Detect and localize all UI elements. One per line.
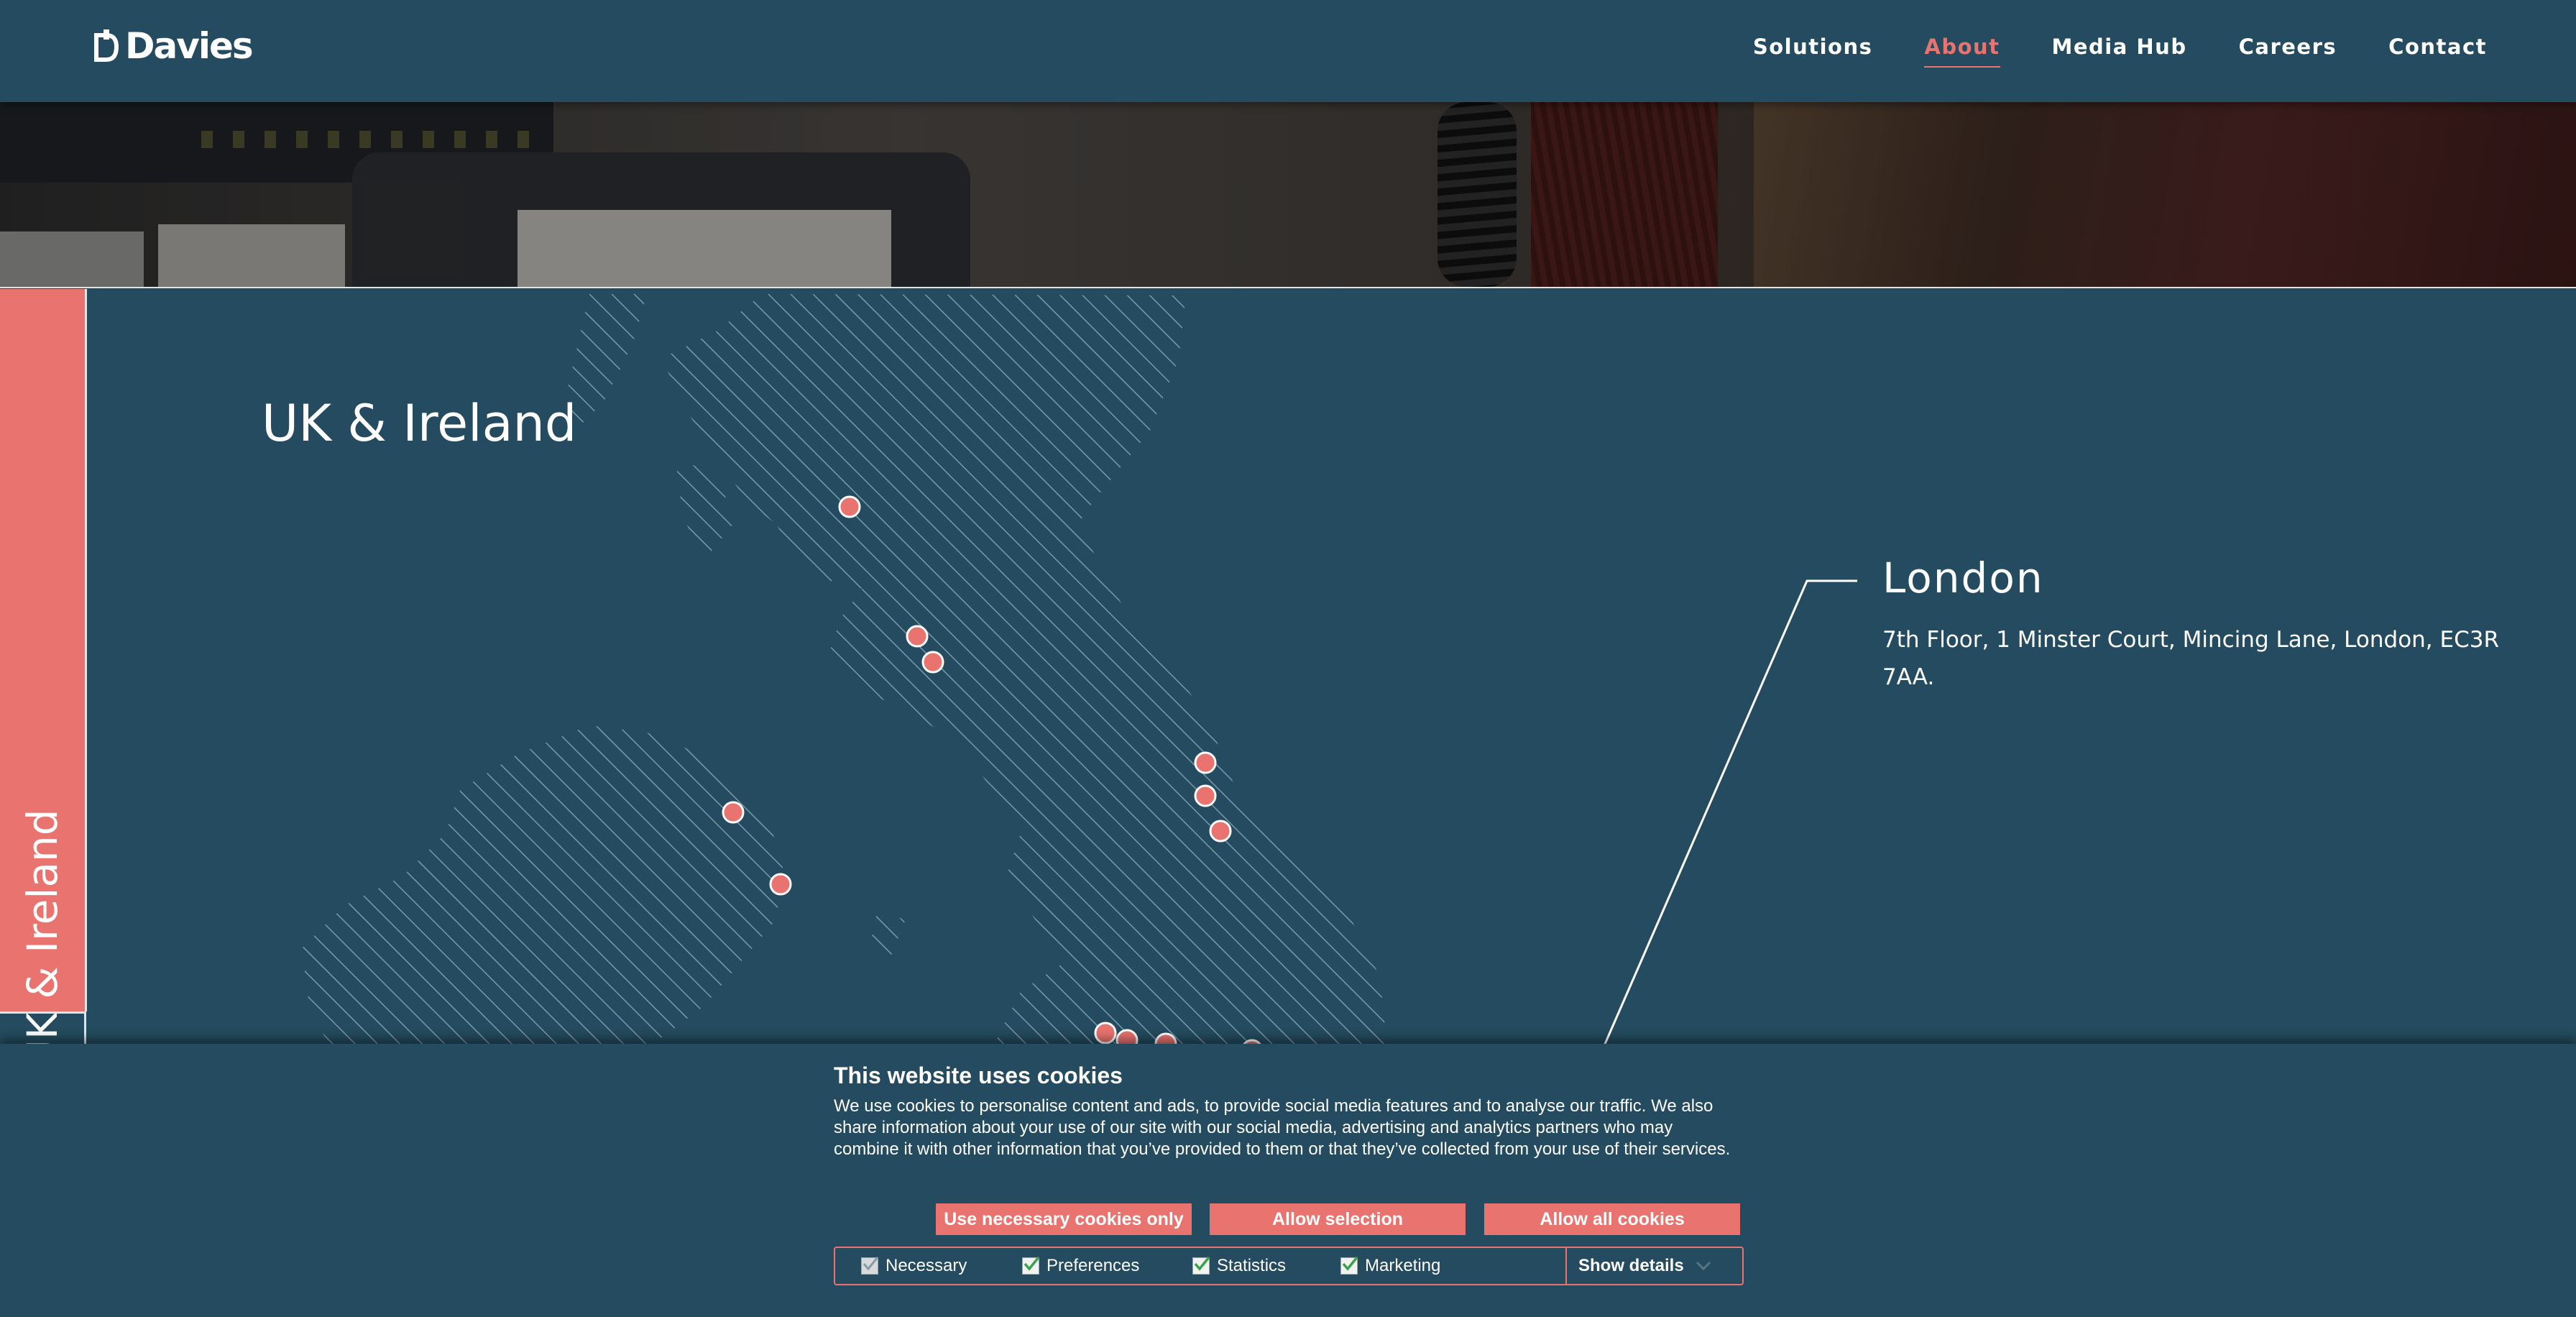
- preferences-label: Preferences: [1046, 1256, 1140, 1275]
- office-pin[interactable]: [921, 651, 944, 674]
- checkmark-icon: [862, 1257, 879, 1271]
- great-britain-shape: [661, 294, 1387, 1049]
- nav-about[interactable]: About: [1924, 35, 2000, 68]
- nav-contact[interactable]: Contact: [2388, 35, 2487, 59]
- office-pin[interactable]: [838, 495, 861, 518]
- preferences-option: Preferences: [1022, 1248, 1139, 1284]
- office-name: London: [1882, 554, 2044, 602]
- nav-media-hub[interactable]: Media Hub: [2052, 35, 2187, 59]
- davies-logo-mark-icon: [94, 29, 119, 62]
- nav-careers[interactable]: Careers: [2239, 35, 2337, 59]
- davies-logo[interactable]: Davies: [93, 25, 254, 67]
- show-details-label: Show details: [1578, 1256, 1684, 1275]
- main-nav: Solutions About Media Hub Careers Contac…: [1753, 35, 2487, 68]
- section-title: UK & Ireland: [262, 394, 577, 453]
- marketing-option: Marketing: [1340, 1248, 1440, 1284]
- office-pin[interactable]: [1209, 820, 1232, 843]
- site-header: Davies Solutions About Media Hub Careers…: [0, 0, 2576, 102]
- london-leader-line: [1601, 579, 1857, 1049]
- marketing-label: Marketing: [1365, 1256, 1441, 1275]
- statistics-label: Statistics: [1217, 1256, 1287, 1275]
- cookie-description: We use cookies to personalise content an…: [834, 1096, 1731, 1159]
- necessary-label: Necessary: [886, 1256, 967, 1275]
- show-details-button[interactable]: Show details: [1565, 1248, 1742, 1284]
- necessary-checkbox[interactable]: [861, 1257, 879, 1275]
- nav-solutions[interactable]: Solutions: [1753, 35, 1873, 59]
- cookie-banner: This website uses cookies We use cookies…: [0, 1044, 2576, 1317]
- office-pin[interactable]: [1194, 751, 1217, 774]
- logo-text: Davies: [125, 25, 254, 67]
- statistics-option: Statistics: [1192, 1248, 1286, 1284]
- checkmark-icon: [1194, 1256, 1210, 1271]
- checkmark-icon: [1342, 1256, 1358, 1271]
- necessary-option: Necessary: [861, 1248, 967, 1284]
- hebrides-shape: [568, 294, 647, 431]
- chevron-down-icon: [1696, 1261, 1711, 1271]
- office-pin[interactable]: [769, 873, 792, 896]
- preferences-checkbox[interactable]: [1022, 1256, 1040, 1275]
- office-address: 7th Floor, 1 Minster Court, Mincing Lane…: [1882, 627, 2500, 690]
- office-pin[interactable]: [1194, 784, 1217, 807]
- allow-all-cookies-button[interactable]: Allow all cookies: [1484, 1203, 1740, 1235]
- marketing-checkbox[interactable]: [1340, 1256, 1358, 1275]
- ireland-shape: [302, 725, 783, 1049]
- hero-image: [0, 102, 2576, 287]
- statistics-checkbox[interactable]: [1192, 1256, 1210, 1275]
- section-divider: [0, 287, 2576, 288]
- use-necessary-cookies-button[interactable]: Use necessary cookies only: [936, 1203, 1192, 1235]
- isle-of-man-shape: [870, 912, 906, 955]
- office-pin[interactable]: [906, 625, 929, 648]
- checkmark-icon: [1024, 1256, 1040, 1271]
- office-pin[interactable]: [1094, 1022, 1117, 1045]
- cookie-title: This website uses cookies: [834, 1063, 1123, 1088]
- allow-selection-button[interactable]: Allow selection: [1210, 1203, 1466, 1235]
- cookie-options-bar: Necessary Preferences Statistics Marketi…: [834, 1247, 1744, 1285]
- islands-shape: [676, 459, 733, 560]
- office-pin[interactable]: [722, 801, 745, 824]
